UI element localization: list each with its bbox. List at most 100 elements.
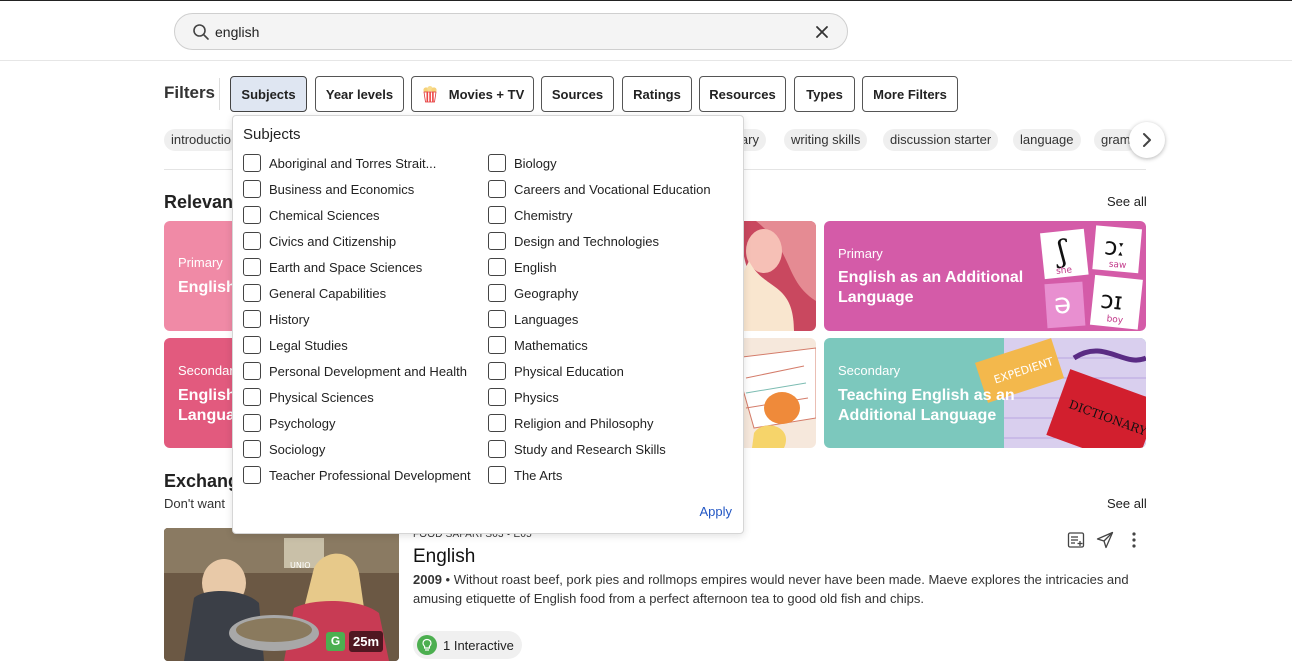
subject-option[interactable]: Languages [488, 310, 578, 328]
checkbox[interactable] [488, 466, 506, 484]
episode-title[interactable]: English [413, 546, 475, 568]
checkbox[interactable] [243, 284, 261, 302]
episode-description-text: Without roast beef, pork pies and rollmo… [413, 572, 1129, 606]
filter-label: Sources [551, 86, 604, 102]
relevant-see-all-link[interactable]: See all [1107, 194, 1147, 209]
subject-option[interactable]: Biology [488, 154, 557, 172]
topic-card[interactable]: EXPEDIENT DICTIONARY Secondary Teaching … [824, 338, 1146, 448]
checkbox[interactable] [488, 440, 506, 458]
subject-option[interactable]: The Arts [488, 466, 562, 484]
card-art-text: she [1056, 265, 1073, 277]
checkbox[interactable] [488, 206, 506, 224]
subject-option[interactable]: Physical Sciences [243, 388, 374, 406]
more-options-icon[interactable] [1124, 530, 1144, 550]
topic-card[interactable]: ʃ she ɔː saw ə ɔɪ boy Primary English as an… [824, 221, 1146, 331]
subject-option[interactable]: Study and Research Skills [488, 440, 666, 458]
subject-option[interactable]: General Capabilities [243, 284, 386, 302]
close-icon[interactable] [813, 23, 831, 41]
interactive-badge[interactable]: 1 Interactive [413, 631, 522, 659]
filter-more-filters-button[interactable]: More Filters [862, 76, 958, 112]
svg-text:ə: ə [1053, 287, 1072, 321]
subject-option[interactable]: Mathematics [488, 336, 588, 354]
checkbox[interactable] [243, 440, 261, 458]
exchange-see-all-link[interactable]: See all [1107, 496, 1147, 511]
subject-option[interactable]: Personal Development and Health [243, 362, 467, 380]
subject-option[interactable]: Geography [488, 284, 578, 302]
subject-option[interactable]: English [488, 258, 557, 276]
filter-ratings-button[interactable]: Ratings [622, 76, 692, 112]
filter-sources-button[interactable]: Sources [541, 76, 614, 112]
checkbox[interactable] [488, 180, 506, 198]
card-art-text: saw [1108, 260, 1126, 271]
checkbox[interactable] [488, 362, 506, 380]
apply-button[interactable]: Apply [699, 504, 732, 519]
video-thumbnail[interactable]: UNIO G 25m [164, 528, 399, 661]
tag-chip[interactable]: discussion starter [883, 129, 999, 151]
checkbox[interactable] [488, 414, 506, 432]
option-label: General Capabilities [269, 285, 387, 301]
subject-option[interactable]: Physical Education [488, 362, 624, 380]
rating-badge: G [326, 632, 345, 651]
checkbox[interactable] [488, 154, 506, 172]
tags-next-button[interactable] [1129, 122, 1165, 158]
checkbox[interactable] [243, 232, 261, 250]
checkbox[interactable] [243, 388, 261, 406]
filter-movies-tv-button[interactable]: Movies + TV [411, 76, 534, 112]
checkbox[interactable] [243, 466, 261, 484]
checkbox[interactable] [488, 310, 506, 328]
checkbox[interactable] [488, 232, 506, 250]
tag-chip[interactable]: writing skills [784, 129, 868, 151]
checkbox[interactable] [488, 336, 506, 354]
filter-year-levels-button[interactable]: Year levels [315, 76, 404, 112]
subject-option[interactable]: Business and Economics [243, 180, 414, 198]
checkbox[interactable] [488, 388, 506, 406]
send-icon[interactable] [1095, 530, 1115, 550]
card-title: Teaching English as an Additional Langua… [838, 387, 1015, 424]
option-label: Languages [514, 311, 579, 327]
episode-year: 2009 [413, 572, 442, 587]
search-bar[interactable] [174, 13, 848, 50]
subject-option[interactable]: Legal Studies [243, 336, 348, 354]
subject-option[interactable]: Earth and Space Sciences [243, 258, 422, 276]
checkbox[interactable] [243, 362, 261, 380]
interactive-label: 1 Interactive [443, 637, 514, 653]
subject-option[interactable]: Psychology [243, 414, 335, 432]
card-art-text: boy [1106, 314, 1124, 326]
checkbox[interactable] [243, 310, 261, 328]
search-input[interactable] [215, 22, 775, 42]
subject-option[interactable]: Civics and Citizenship [243, 232, 396, 250]
checkbox[interactable] [243, 154, 261, 172]
subject-option[interactable]: Physics [488, 388, 559, 406]
filter-subjects-button[interactable]: Subjects [230, 76, 307, 112]
option-label: Religion and Philosophy [514, 415, 654, 431]
subject-option[interactable]: Design and Technologies [488, 232, 659, 250]
checkbox[interactable] [488, 258, 506, 276]
option-label: Aboriginal and Torres Strait... [269, 155, 437, 171]
subject-option[interactable]: Teacher Professional Development [243, 466, 471, 484]
checkbox[interactable] [243, 258, 261, 276]
tag-chip[interactable]: language [1013, 129, 1081, 151]
checkbox[interactable] [488, 284, 506, 302]
subject-option[interactable]: Aboriginal and Torres Strait... [243, 154, 436, 172]
option-label: Geography [514, 285, 579, 301]
subject-option[interactable]: Chemistry [488, 206, 573, 224]
subject-option[interactable]: History [243, 310, 309, 328]
add-to-playlist-icon[interactable] [1066, 530, 1086, 550]
checkbox[interactable] [243, 336, 261, 354]
tag-chip[interactable]: introductio [164, 129, 238, 151]
subject-option[interactable]: Religion and Philosophy [488, 414, 653, 432]
checkbox[interactable] [243, 180, 261, 198]
svg-text:ɔɪ: ɔɪ [1099, 286, 1124, 316]
subject-option[interactable]: Chemical Sciences [243, 206, 380, 224]
filter-label: Resources [709, 86, 776, 102]
filter-label: More Filters [873, 86, 947, 102]
subject-option[interactable]: Careers and Vocational Education [488, 180, 711, 198]
option-label: Physical Education [514, 363, 624, 379]
filter-label: Ratings [633, 86, 681, 102]
filter-types-button[interactable]: Types [794, 76, 855, 112]
checkbox[interactable] [243, 414, 261, 432]
filter-resources-button[interactable]: Resources [699, 76, 786, 112]
option-label: Careers and Vocational Education [514, 181, 711, 197]
subject-option[interactable]: Sociology [243, 440, 325, 458]
checkbox[interactable] [243, 206, 261, 224]
